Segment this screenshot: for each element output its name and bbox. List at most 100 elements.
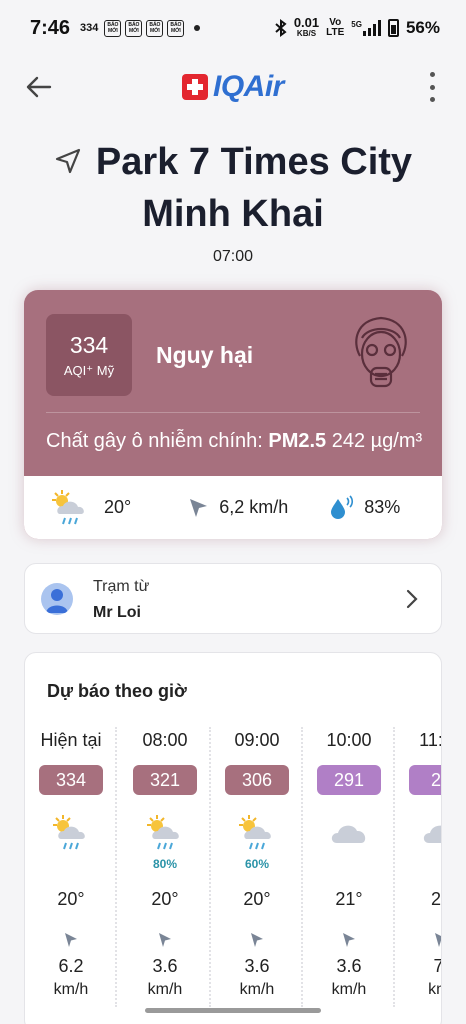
pollutant-value: PM2.5 bbox=[268, 430, 327, 452]
aqi-status: Nguy hại bbox=[156, 342, 254, 368]
pollutant-amount: 242 µg/m³ bbox=[331, 430, 423, 452]
forecast-wind: 3.6 bbox=[336, 956, 362, 976]
station-card[interactable]: Trạm từ Mr Loi bbox=[24, 563, 442, 634]
forecast-time: 08:00 bbox=[142, 730, 188, 750]
current-humidity: 83% bbox=[364, 497, 401, 517]
forecast-column: Hiện tại 334 20° 6.2 km/h bbox=[25, 727, 117, 1024]
column-divider bbox=[115, 727, 117, 1007]
humidity-drop-icon bbox=[331, 494, 354, 519]
forecast-wind-unit: km/h bbox=[53, 981, 89, 998]
location-name-line2: Minh Khai bbox=[142, 193, 324, 235]
swiss-cross-icon bbox=[182, 74, 208, 100]
forecast-temp: 20° bbox=[243, 889, 271, 909]
location-arrow-icon bbox=[55, 148, 81, 174]
forecast-wind: 3.6 bbox=[244, 956, 270, 976]
location-name-line1: Park 7 Times City bbox=[95, 141, 413, 183]
aqi-card[interactable]: 334 AQI⁺ Mỹ Nguy hại Chất gây ô nhiễm ch… bbox=[24, 290, 442, 539]
chevron-right-icon bbox=[406, 589, 418, 609]
rain-probability: 80% bbox=[152, 857, 178, 871]
wind-direction-icon bbox=[303, 932, 395, 950]
news-app-icon: BÁO MỚI bbox=[167, 19, 185, 37]
news-app-icon: BÁO MỚI bbox=[104, 19, 122, 37]
status-bar: 7:46 334 BÁO MỚI BÁO MỚI BÁO MỚI BÁO MỚI… bbox=[0, 0, 466, 56]
forecast-temp: 22 bbox=[430, 889, 441, 909]
partly-cloudy-rain-icon bbox=[52, 489, 84, 524]
forecast-aqi-badge: 27 bbox=[409, 765, 441, 795]
forecast-title: Dự báo theo giờ bbox=[47, 681, 187, 701]
cloud-icon bbox=[303, 811, 395, 857]
forecast-wind-unit: km/h bbox=[147, 981, 183, 998]
forecast-wind-unit: km/h bbox=[331, 981, 367, 998]
main-pollutant: Chất gây ô nhiễm chính: PM2.5 242 µg/m³ bbox=[46, 430, 422, 453]
forecast-time: 10:00 bbox=[326, 730, 372, 750]
forecast-aqi-badge: 321 bbox=[133, 765, 197, 795]
aqi-value: 334 bbox=[69, 332, 109, 358]
rain-probability bbox=[395, 857, 441, 871]
news-app-icon: BÁO MỚI bbox=[125, 19, 143, 37]
forecast-aqi-badge: 334 bbox=[39, 765, 103, 795]
partly-cloudy-rain-icon bbox=[119, 811, 211, 857]
current-wind-item: 6,2 km/h bbox=[187, 497, 288, 519]
back-arrow-icon[interactable] bbox=[22, 70, 56, 104]
forecast-wind: 6.2 bbox=[58, 956, 84, 976]
net-speed: 0.01 KB/S bbox=[293, 15, 320, 38]
gas-mask-icon bbox=[355, 316, 407, 388]
forecast-wind-unit: km/h bbox=[239, 981, 275, 998]
forecast-temp: 20° bbox=[57, 889, 85, 909]
wind-direction-icon bbox=[190, 498, 208, 517]
current-humidity-item: 83% bbox=[328, 494, 401, 521]
logo-text: IQAir bbox=[213, 70, 284, 103]
forecast-column: 08:00 321 80% 20° 3.6 km/h bbox=[119, 727, 211, 1024]
forecast-wind-unit: km/ bbox=[428, 981, 441, 998]
forecast-time: 11:00 bbox=[419, 730, 441, 750]
forecast-wind: 3.6 bbox=[152, 956, 178, 976]
battery-icon bbox=[387, 19, 399, 37]
wind-direction-icon bbox=[119, 932, 211, 950]
partly-cloudy-rain-icon bbox=[211, 811, 303, 857]
wind-direction-icon bbox=[395, 932, 441, 950]
current-temp-item: 20° bbox=[48, 486, 131, 530]
location-title: Park 7 Times City Minh Khai bbox=[0, 136, 466, 240]
bluetooth-icon bbox=[275, 19, 287, 37]
news-app-icon: BÁO MỚI bbox=[146, 19, 164, 37]
hourly-forecast-card[interactable]: Dự báo theo giờ Hiện tại 334 20° 6.2 km/h 08:… bbox=[24, 652, 442, 1024]
signal-icon bbox=[362, 20, 381, 36]
battery-percent: 56% bbox=[405, 18, 440, 37]
status-aqi: 334 bbox=[80, 22, 99, 34]
current-wind: 6,2 km/h bbox=[219, 497, 289, 517]
notification-dot-icon bbox=[194, 25, 201, 31]
home-indicator[interactable] bbox=[145, 1008, 321, 1013]
station-name: Mr Loi bbox=[93, 604, 141, 621]
forecast-column: 10:00 291 21° 3.6 km/h bbox=[303, 727, 395, 1024]
forecast-aqi-badge: 306 bbox=[225, 765, 289, 795]
status-time: 7:46 bbox=[30, 16, 71, 39]
forecast-column: 11:00 27 22 7. km/ bbox=[395, 727, 441, 1024]
cloud-icon bbox=[395, 811, 441, 857]
aqi-value-box: 334 AQI⁺ Mỹ bbox=[46, 314, 132, 396]
wind-direction-icon bbox=[25, 932, 117, 950]
pollutant-label: Chất gây ô nhiễm chính: bbox=[46, 430, 263, 452]
volte-indicator: Vo LTE bbox=[326, 17, 345, 38]
station-label: Trạm từ bbox=[93, 578, 150, 595]
divider bbox=[46, 412, 420, 413]
update-time: 07:00 bbox=[212, 248, 254, 265]
forecast-time: 09:00 bbox=[234, 730, 280, 750]
forecast-aqi-badge: 291 bbox=[317, 765, 381, 795]
network-type: 5G bbox=[351, 20, 362, 29]
current-weather-strip: 20° 6,2 km/h 83% bbox=[24, 476, 442, 539]
wind-direction-icon bbox=[211, 932, 303, 950]
forecast-wind: 7. bbox=[395, 956, 441, 977]
avatar bbox=[41, 583, 73, 615]
rain-probability bbox=[25, 857, 117, 871]
forecast-temp: 21° bbox=[335, 889, 363, 909]
more-options-icon[interactable] bbox=[428, 72, 436, 102]
iqair-logo: IQAir bbox=[182, 70, 284, 104]
aqi-unit: AQI⁺ Mỹ bbox=[63, 363, 115, 378]
forecast-temp: 20° bbox=[151, 889, 179, 909]
forecast-time: Hiện tại bbox=[40, 730, 102, 750]
rain-probability: 60% bbox=[244, 857, 270, 871]
forecast-column: 09:00 306 60% 20° 3.6 km/h bbox=[211, 727, 303, 1024]
app-header: IQAir bbox=[0, 58, 466, 114]
partly-cloudy-rain-icon bbox=[25, 811, 117, 857]
rain-probability bbox=[303, 857, 395, 871]
